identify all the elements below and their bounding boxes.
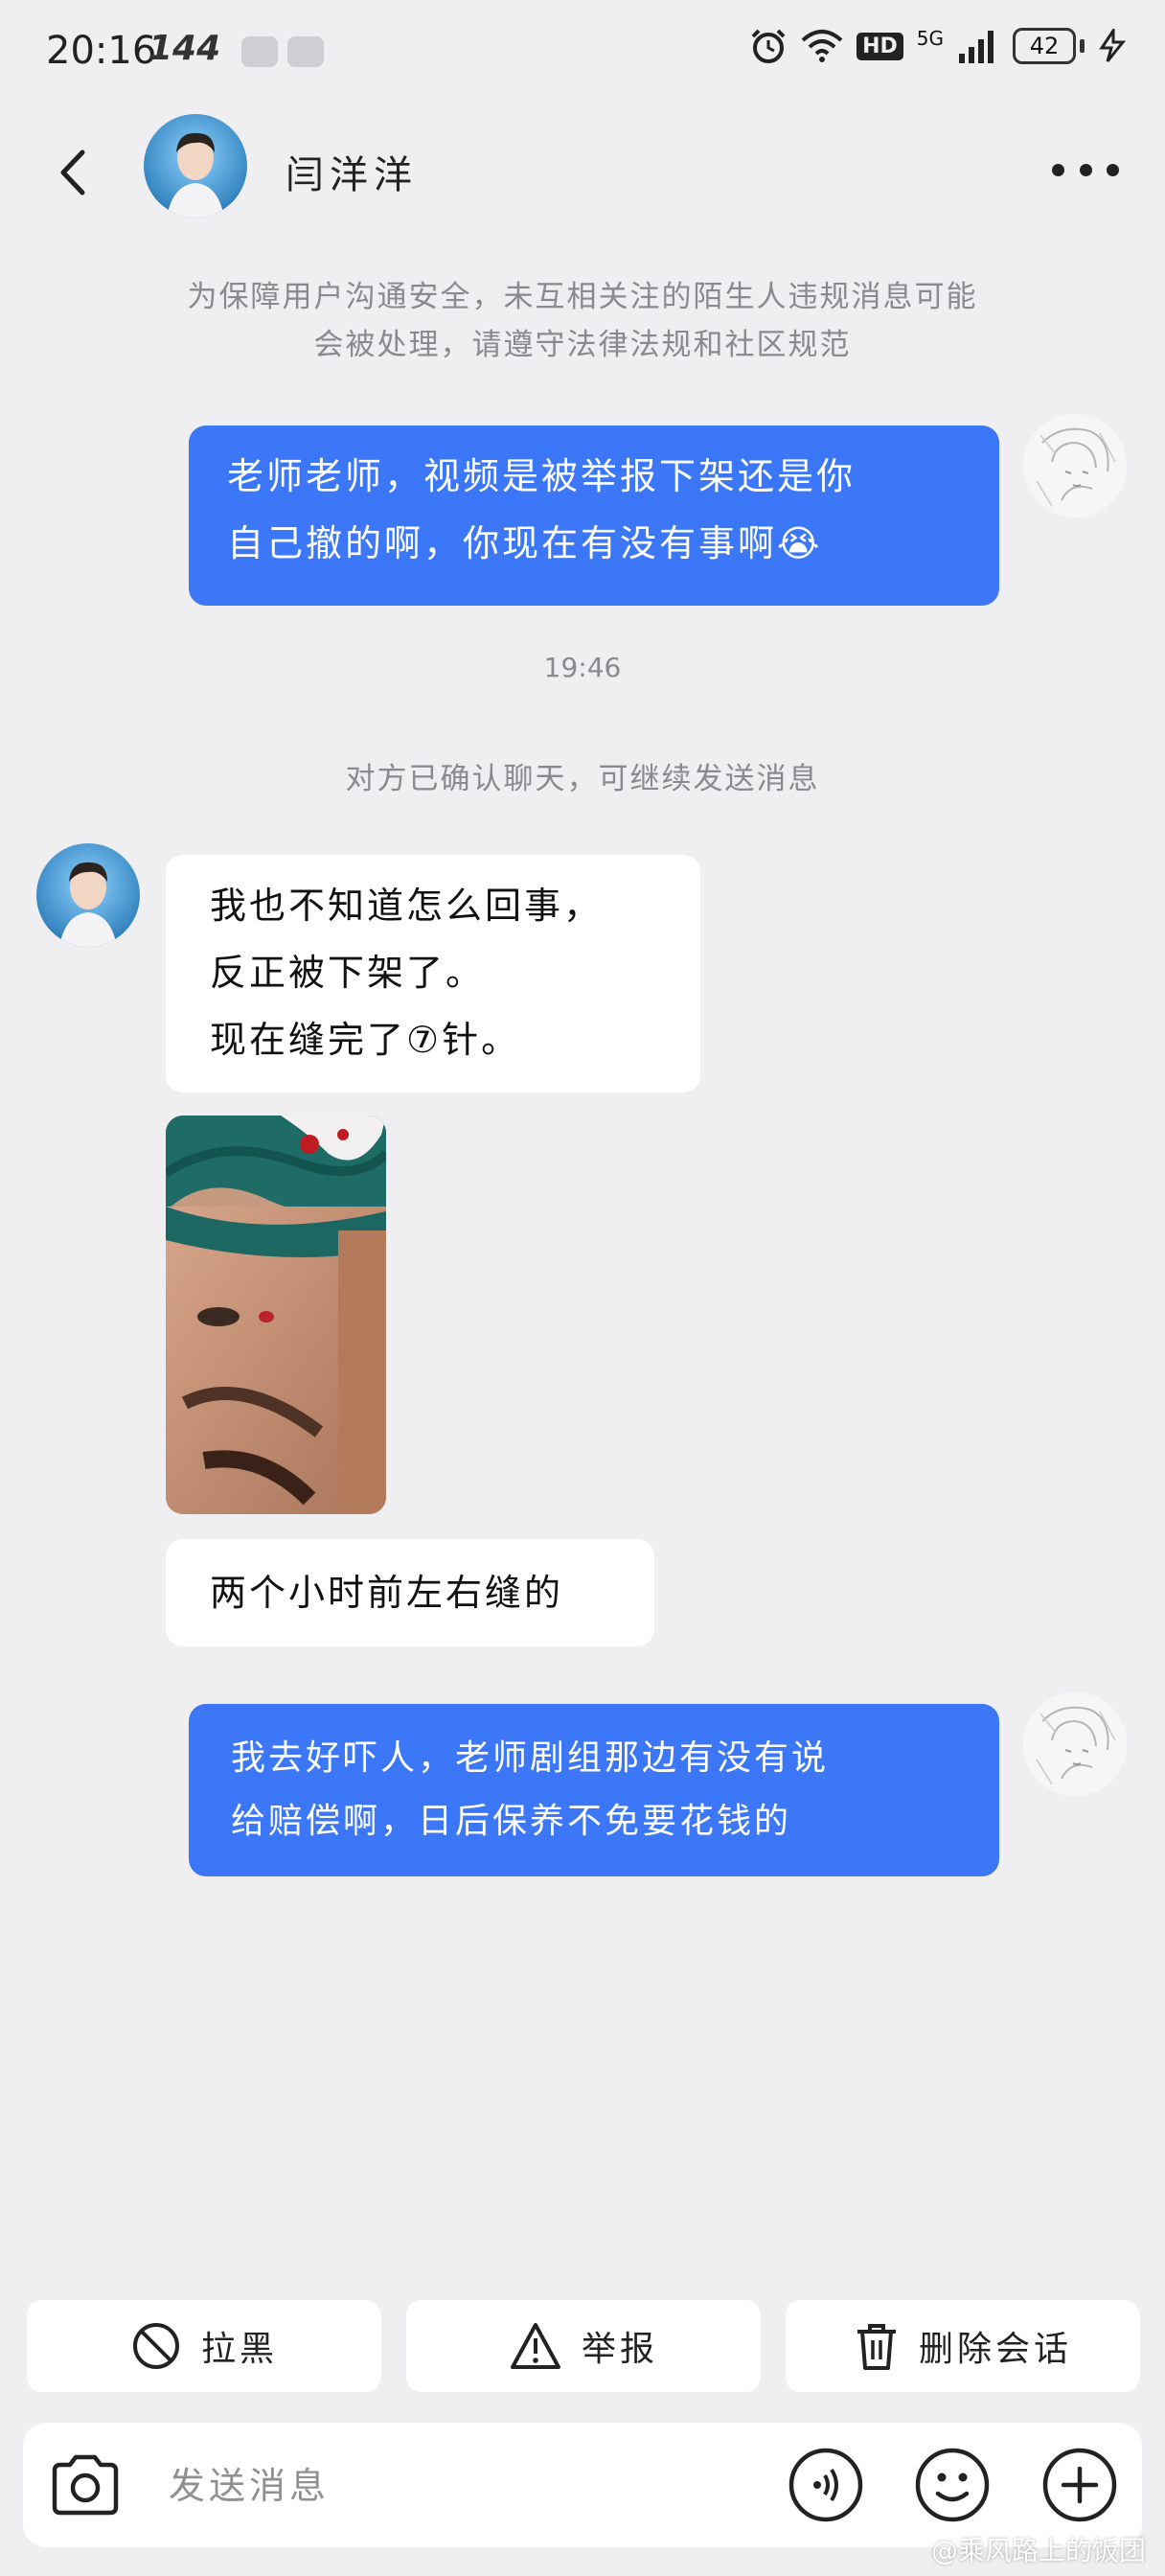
- alarm-icon: [751, 29, 786, 63]
- my-avatar[interactable]: [1023, 414, 1127, 518]
- refresh-rate: 144: [148, 29, 221, 68]
- voice-button[interactable]: [787, 2446, 865, 2524]
- more-options-button[interactable]: [1052, 155, 1119, 184]
- outgoing-message[interactable]: 我去好吓人，老师剧组那边有没有说 给赔偿啊，日后保养不免要花钱的: [189, 1704, 999, 1876]
- incoming-message[interactable]: 我也不知道怎么回事， 反正被下架了。 现在缝完了⑦针。: [166, 855, 700, 1092]
- contact-message-avatar[interactable]: [36, 843, 140, 947]
- plus-circle-icon: [1042, 2448, 1117, 2522]
- chevron-left-icon: [60, 150, 85, 196]
- contact-name[interactable]: 闫洋洋: [286, 144, 418, 199]
- battery-level: 42: [1029, 33, 1060, 59]
- emoji-button[interactable]: [913, 2446, 992, 2524]
- message-input-bar: [23, 2423, 1142, 2547]
- emoji-icon: [915, 2448, 990, 2522]
- voice-icon: [788, 2448, 863, 2522]
- status-bar: 20:16 144 HD 5G 42: [0, 0, 1165, 105]
- message-timestamp: 19:46: [543, 652, 622, 683]
- incoming-message[interactable]: 两个小时前左右缝的: [166, 1539, 654, 1646]
- camera-icon: [52, 2454, 119, 2516]
- delete-conversation-button[interactable]: 删除会话: [786, 2300, 1140, 2392]
- back-button[interactable]: [48, 144, 96, 201]
- wifi-icon: [801, 30, 843, 62]
- action-row: 拉黑 举报 删除会话: [0, 2300, 1165, 2394]
- camera-button[interactable]: [47, 2447, 124, 2523]
- more-dots-icon: [1052, 163, 1064, 176]
- safety-notice: 为保障用户沟通安全，未互相关注的陌生人违规消息可能 会被处理，请遵守法律法规和社…: [187, 280, 978, 362]
- status-time: 20:16: [46, 29, 157, 73]
- incoming-image-message[interactable]: [166, 1116, 386, 1514]
- message-input[interactable]: [167, 2456, 745, 2516]
- add-button[interactable]: [1040, 2446, 1119, 2524]
- battery-indicator: 42: [1013, 28, 1085, 64]
- charging-icon: [1099, 29, 1127, 62]
- wechat-notification-icon: [241, 36, 278, 67]
- block-button[interactable]: 拉黑: [27, 2300, 381, 2392]
- app-notification-icon: [287, 36, 324, 67]
- my-avatar[interactable]: [1023, 1692, 1127, 1796]
- signal-label: 5G: [916, 27, 944, 50]
- chat-header: 闫洋洋: [0, 105, 1165, 230]
- warning-icon: [510, 2323, 560, 2369]
- signal-icon: [959, 31, 994, 63]
- system-message: 对方已确认聊天，可继续发送消息: [345, 762, 820, 796]
- block-icon: [132, 2323, 179, 2369]
- trash-icon: [857, 2324, 896, 2370]
- report-button[interactable]: 举报: [406, 2300, 761, 2392]
- watermark: @乘风路上的饭团: [930, 2535, 1146, 2566]
- outgoing-message[interactable]: 老师老师，视频是被举报下架还是你 自己撤的啊，你现在有没有事啊😭: [189, 426, 999, 606]
- hd-badge: HD: [857, 32, 903, 60]
- contact-avatar[interactable]: [144, 114, 247, 218]
- status-icons: HD 5G 42: [749, 27, 1127, 65]
